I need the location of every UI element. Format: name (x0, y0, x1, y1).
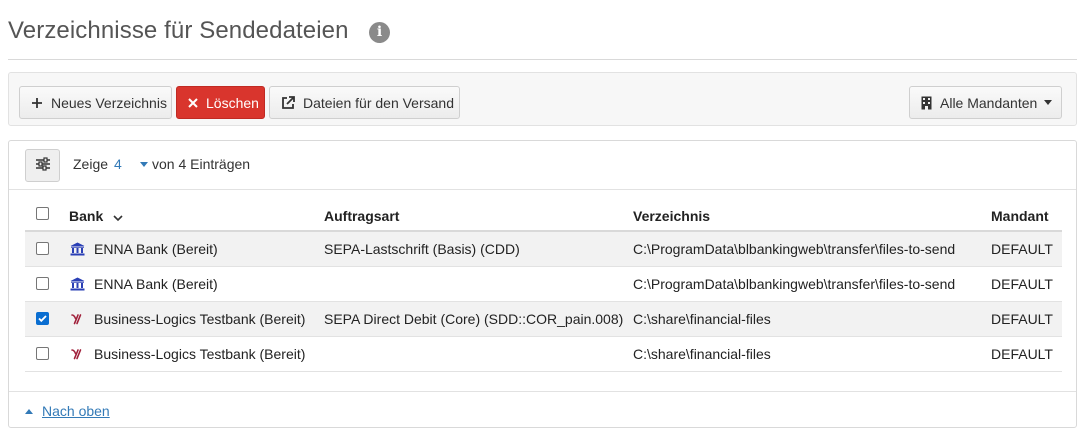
new-directory-button[interactable]: Neues Verzeichnis (19, 86, 172, 119)
plus-icon (31, 97, 43, 109)
column-header-auftragsart[interactable]: Auftragsart (324, 208, 399, 224)
cell-verzeichnis: C:\ProgramData\blbankingweb\transfer\fil… (633, 276, 956, 292)
cell-verzeichnis: C:\share\financial-files (633, 311, 771, 327)
column-header-verzeichnis[interactable]: Verzeichnis (633, 208, 710, 224)
back-to-top-label: Nach oben (42, 403, 110, 419)
cell-verzeichnis: C:\share\financial-files (633, 346, 771, 362)
bank-icon (69, 241, 85, 257)
cell-bank: Business-Logics Testbank (Bereit) (94, 311, 306, 327)
cell-mandant: DEFAULT (991, 241, 1053, 257)
page-header: Verzeichnisse für Sendedateien i (8, 0, 1077, 60)
sort-chevron-down-icon (113, 209, 123, 225)
divider (9, 189, 1076, 190)
building-icon (921, 96, 932, 110)
cell-bank: ENNA Bank (Bereit) (94, 276, 218, 292)
table-row[interactable]: ENNA Bank (Bereit) SEPA-Lastschrift (Basi… (25, 232, 1062, 267)
delete-label: Löschen (206, 94, 259, 111)
cell-mandant: DEFAULT (991, 276, 1053, 292)
info-icon[interactable]: i (369, 22, 390, 43)
cell-verzeichnis: C:\ProgramData\blbankingweb\transfer\fil… (633, 241, 956, 257)
bank-icon (69, 276, 85, 292)
column-header-bank[interactable]: Bank (69, 208, 123, 225)
chevron-down-icon (1044, 100, 1053, 105)
select-all-checkbox[interactable] (36, 207, 49, 220)
mandant-label: Alle Mandanten (940, 94, 1038, 111)
column-settings-button[interactable] (25, 149, 60, 182)
directory-list-panel: Zeige 4 von 4 Einträgen Bank Auftragsart… (8, 140, 1077, 428)
table-row[interactable]: Business-Logics Testbank (Bereit) SEPA Di… (25, 302, 1062, 337)
bl-logo-icon (69, 311, 85, 327)
page-size-select[interactable]: 4 (114, 156, 122, 172)
cell-mandant: DEFAULT (991, 346, 1053, 362)
files-for-dispatch-button[interactable]: Dateien für den Versand (269, 86, 460, 119)
toolbar: Neues Verzeichnis Löschen Dateien für de… (8, 72, 1077, 126)
cell-auftragsart: SEPA-Lastschrift (Basis) (CDD) (324, 241, 520, 257)
column-header-bank-label: Bank (69, 208, 104, 224)
close-icon (188, 97, 198, 108)
files-for-dispatch-label: Dateien für den Versand (303, 94, 454, 111)
row-checkbox[interactable] (36, 277, 49, 290)
caret-up-icon (25, 408, 33, 414)
back-to-top-link[interactable]: Nach oben (25, 403, 110, 419)
row-checkbox[interactable] (36, 347, 49, 360)
show-label: Zeige (73, 156, 109, 172)
column-header-mandant[interactable]: Mandant (991, 208, 1049, 224)
entries-count: von 4 Einträgen (152, 156, 251, 172)
sliders-icon (35, 157, 51, 174)
new-directory-label: Neues Verzeichnis (51, 94, 167, 111)
cell-mandant: DEFAULT (991, 311, 1053, 327)
cell-bank: ENNA Bank (Bereit) (94, 241, 218, 257)
page-title: Verzeichnisse für Sendedateien (8, 17, 349, 44)
bl-logo-icon (69, 346, 85, 362)
external-link-icon (281, 95, 295, 110)
row-checkbox[interactable] (36, 312, 49, 325)
mandant-dropdown[interactable]: Alle Mandanten (909, 86, 1062, 119)
row-checkbox[interactable] (36, 242, 49, 255)
cell-bank: Business-Logics Testbank (Bereit) (94, 346, 306, 362)
cell-auftragsart: SEPA Direct Debit (Core) (SDD::COR_pain.… (324, 311, 624, 327)
table-row[interactable]: ENNA Bank (Bereit) C:\ProgramData\blbanki… (25, 267, 1062, 302)
delete-button[interactable]: Löschen (176, 86, 265, 119)
table-row[interactable]: Business-Logics Testbank (Bereit) C:\shar… (25, 337, 1062, 372)
page-size-caret-icon[interactable] (140, 162, 148, 167)
divider (9, 391, 1076, 392)
